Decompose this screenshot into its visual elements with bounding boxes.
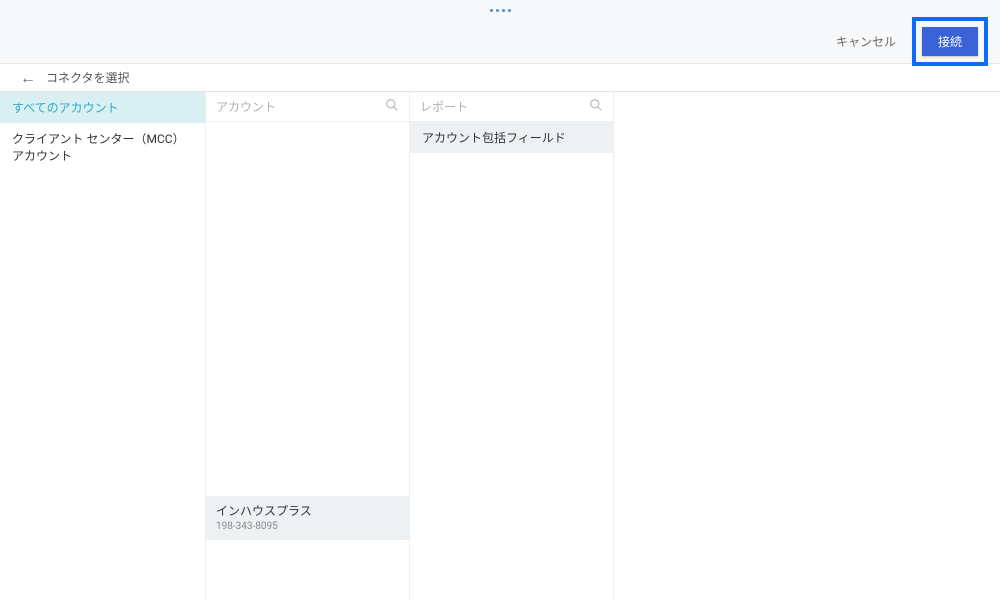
account-column: インハウスプラス 198-343-8095 (206, 92, 410, 600)
back-arrow-icon[interactable]: ← (20, 70, 36, 86)
account-id: 198-343-8095 (216, 521, 399, 532)
cancel-button[interactable]: キャンセル (836, 33, 896, 50)
account-item-selected[interactable]: インハウスプラス 198-343-8095 (206, 496, 409, 540)
sidebar-item-mcc-accounts[interactable]: クライアント センター（MCC）アカウント (0, 123, 205, 171)
search-icon (589, 98, 603, 116)
account-search-row (206, 92, 409, 122)
search-icon (385, 98, 399, 116)
breadcrumb: ← コネクタを選択 (0, 64, 1000, 92)
account-list: インハウスプラス 198-343-8095 (206, 122, 409, 600)
report-search-row (410, 92, 613, 122)
connect-button[interactable]: 接続 (922, 27, 978, 56)
report-item-account-fields[interactable]: アカウント包括フィールド (410, 122, 613, 153)
top-bar: キャンセル 接続 (0, 20, 1000, 64)
account-bottom-spacer (206, 540, 409, 600)
account-name: インハウスプラス (216, 502, 399, 519)
account-type-column: すべてのアカウント クライアント センター（MCC）アカウント (0, 92, 206, 600)
connect-button-highlight: 接続 (912, 17, 988, 66)
account-list-spacer (206, 122, 409, 496)
report-column: アカウント包括フィールド (410, 92, 614, 600)
drag-dots-icon (490, 9, 511, 12)
account-search-input[interactable] (216, 100, 385, 114)
drag-handle-row (0, 0, 1000, 20)
columns-container: すべてのアカウント クライアント センター（MCC）アカウント インハウスプラス… (0, 92, 1000, 600)
breadcrumb-label: コネクタを選択 (46, 69, 130, 86)
sidebar-item-all-accounts[interactable]: すべてのアカウント (0, 92, 205, 123)
report-search-input[interactable] (420, 100, 589, 114)
